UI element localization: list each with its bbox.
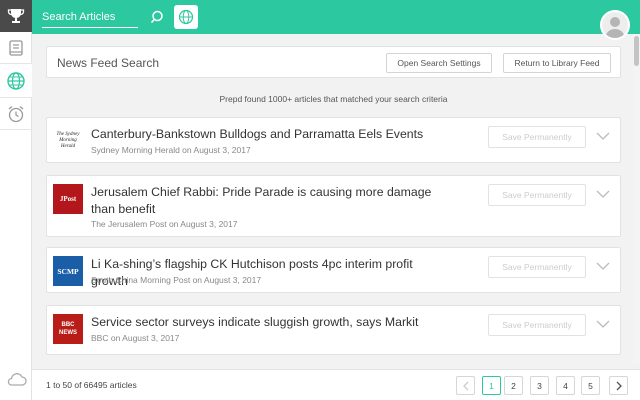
sidebar [0, 0, 32, 400]
page-button[interactable]: 4 [556, 376, 575, 395]
trophy-icon[interactable] [0, 0, 32, 32]
search-header: News Feed Search Open Search Settings Re… [46, 46, 621, 78]
chevron-right-icon [616, 381, 622, 390]
library-icon[interactable] [0, 32, 32, 64]
logo-text: SCMP [57, 266, 79, 276]
cloud-icon[interactable] [5, 371, 27, 392]
result-summary: Prepd found 1000+ articles that matched … [219, 94, 448, 104]
globe-icon [178, 9, 194, 25]
publisher-logo: The Sydney Morning Herald [53, 126, 83, 156]
page-button[interactable]: 2 [504, 376, 523, 395]
publisher-logo: BBC NEWS [53, 314, 83, 344]
publisher-logo: SCMP [53, 256, 83, 286]
article-title[interactable]: Jerusalem Chief Rabbi: Pride Parade is c… [91, 184, 441, 218]
globe-icon[interactable] [0, 64, 32, 98]
open-search-settings-button[interactable]: Open Search Settings [386, 53, 492, 73]
return-to-library-button[interactable]: Return to Library Feed [503, 53, 611, 73]
previous-page-button[interactable] [456, 376, 475, 395]
scrollbar-thumb[interactable] [634, 36, 639, 66]
chevron-left-icon [462, 381, 468, 390]
save-permanently-button[interactable]: Save Permanently [488, 256, 586, 278]
next-page-button[interactable] [609, 376, 628, 395]
article-card[interactable]: JPost Jerusalem Chief Rabbi: Pride Parad… [46, 175, 621, 237]
save-permanently-button[interactable]: Save Permanently [488, 184, 586, 206]
page-title: News Feed Search [57, 56, 160, 70]
article-meta: South China Morning Post on August 3, 20… [91, 275, 262, 285]
publisher-logo: JPost [53, 184, 83, 214]
article-meta: BBC on August 3, 2017 [91, 333, 180, 343]
logo-text: BBC NEWS [59, 322, 77, 336]
article-meta: Sydney Morning Herald on August 3, 2017 [91, 145, 251, 155]
page-button[interactable]: 1 [482, 376, 501, 395]
avatar[interactable] [600, 10, 630, 40]
chevron-down-icon[interactable] [596, 189, 610, 199]
search-input[interactable] [42, 6, 138, 28]
page-button[interactable]: 5 [581, 376, 600, 395]
logo-text: JPost [59, 195, 77, 203]
search-icon[interactable] [148, 8, 166, 26]
article-card[interactable]: SCMP Li Ka-shing’s flagship CK Hutchison… [46, 247, 621, 293]
pagination-footer: 1 to 50 of 66495 articles 1 2 3 4 5 [32, 369, 640, 400]
article-title[interactable]: Service sector surveys indicate sluggish… [91, 314, 441, 331]
top-bar [32, 0, 640, 40]
article-count: 1 to 50 of 66495 articles [46, 380, 137, 390]
chevron-down-icon[interactable] [596, 131, 610, 141]
logo-text: The Sydney Morning Herald [56, 132, 80, 149]
article-meta: The Jerusalem Post on August 3, 2017 [91, 219, 238, 229]
chevron-down-icon[interactable] [596, 261, 610, 271]
page-button[interactable]: 3 [530, 376, 549, 395]
alarm-clock-icon[interactable] [0, 98, 32, 130]
globe-filter-button[interactable] [174, 5, 198, 29]
article-card[interactable]: BBC NEWS Service sector surveys indicate… [46, 305, 621, 355]
save-permanently-button[interactable]: Save Permanently [488, 314, 586, 336]
article-title[interactable]: Canterbury-Bankstown Bulldogs and Parram… [91, 126, 441, 143]
chevron-down-icon[interactable] [596, 319, 610, 329]
article-card[interactable]: The Sydney Morning Herald Canterbury-Ban… [46, 117, 621, 163]
save-permanently-button[interactable]: Save Permanently [488, 126, 586, 148]
scrollbar[interactable] [633, 34, 640, 364]
